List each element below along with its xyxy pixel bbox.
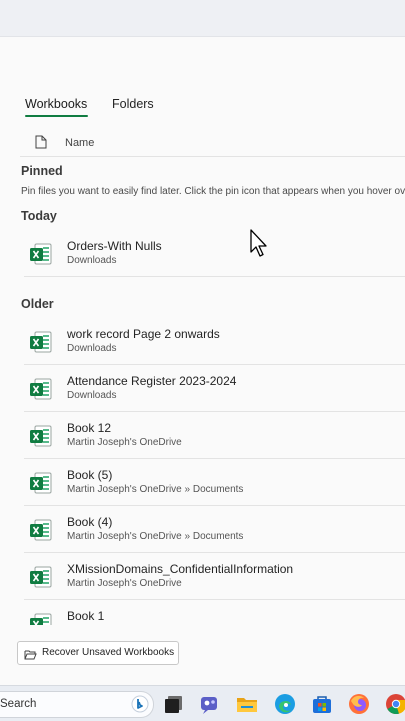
file-location: Downloads — [67, 255, 117, 266]
recover-button-label: Recover Unsaved Workbooks — [42, 647, 175, 658]
file-location: Martin Joseph's OneDrive » Documents — [67, 484, 244, 495]
file-type-icon — [35, 135, 47, 154]
row-divider — [24, 411, 405, 412]
search-label: Search — [0, 698, 37, 710]
row-divider — [24, 458, 405, 459]
row-divider — [24, 552, 405, 553]
file-row[interactable]: Book (5) Martin Joseph's OneDrive » Docu… — [24, 460, 405, 506]
excel-file-icon — [29, 565, 53, 594]
edge-icon[interactable] — [274, 693, 296, 715]
file-name: Book 12 — [67, 421, 112, 435]
taskbar: Search — [0, 685, 405, 721]
column-name-label[interactable]: Name — [65, 137, 94, 149]
recover-unsaved-workbooks-button[interactable]: Recover Unsaved Workbooks — [17, 641, 179, 665]
folder-open-icon — [24, 647, 37, 665]
open-pane: Workbooks Folders Name Pinned Pin files … — [0, 37, 405, 685]
file-name: Book (5) — [67, 468, 113, 482]
excel-file-icon — [29, 471, 53, 500]
tab-workbooks[interactable]: Workbooks — [25, 97, 87, 111]
file-name: XMissionDomains_ConfidentialInformation — [67, 562, 294, 576]
list-column-header: Name — [20, 134, 405, 157]
bing-icon[interactable] — [131, 695, 149, 718]
pinned-description: Pin files you want to easily find later.… — [21, 186, 405, 197]
file-row[interactable]: Book (4) Martin Joseph's OneDrive » Docu… — [24, 507, 405, 553]
excel-file-icon — [29, 612, 53, 625]
tab-folders[interactable]: Folders — [112, 97, 154, 111]
row-divider — [24, 599, 405, 600]
file-name: Attendance Register 2023-2024 — [67, 374, 237, 388]
file-location: Downloads — [67, 343, 117, 354]
file-row[interactable]: Book 1 — [24, 601, 405, 625]
file-location: Martin Joseph's OneDrive » Documents — [67, 531, 244, 542]
file-name: Orders-With Nulls — [67, 239, 162, 253]
file-name: Book 1 — [67, 609, 105, 623]
excel-file-icon — [29, 377, 53, 406]
excel-file-icon — [29, 424, 53, 453]
excel-file-icon — [29, 330, 53, 359]
firefox-icon[interactable] — [348, 693, 370, 715]
row-divider — [24, 364, 405, 365]
section-today-title: Today — [21, 209, 57, 223]
excel-file-icon — [29, 242, 53, 271]
file-row[interactable]: work record Page 2 onwards Downloads — [24, 319, 405, 365]
row-divider — [24, 276, 405, 277]
taskbar-search-box[interactable]: Search — [0, 691, 154, 718]
file-name: work record Page 2 onwards — [67, 327, 220, 341]
window-top-bar — [0, 0, 405, 37]
file-row[interactable]: Book 12 Martin Joseph's OneDrive — [24, 413, 405, 459]
file-row[interactable]: XMissionDomains_ConfidentialInformation … — [24, 554, 405, 600]
file-row[interactable]: Orders-With Nulls Downloads — [24, 231, 405, 277]
chrome-icon[interactable] — [385, 693, 405, 715]
excel-file-icon — [29, 518, 53, 547]
file-row[interactable]: Attendance Register 2023-2024 Downloads — [24, 366, 405, 412]
file-name: Book (4) — [67, 515, 113, 529]
tab-active-indicator — [25, 115, 88, 117]
mouse-pointer-icon — [250, 229, 268, 262]
teams-icon[interactable] — [199, 693, 221, 715]
task-view-icon[interactable] — [163, 693, 185, 715]
store-icon[interactable] — [311, 693, 333, 715]
section-older-title: Older — [21, 297, 54, 311]
file-location: Martin Joseph's OneDrive — [67, 578, 182, 589]
file-location: Downloads — [67, 390, 117, 401]
file-location: Martin Joseph's OneDrive — [67, 437, 182, 448]
section-pinned-title: Pinned — [21, 164, 63, 178]
file-explorer-icon[interactable] — [236, 693, 258, 715]
row-divider — [24, 505, 405, 506]
